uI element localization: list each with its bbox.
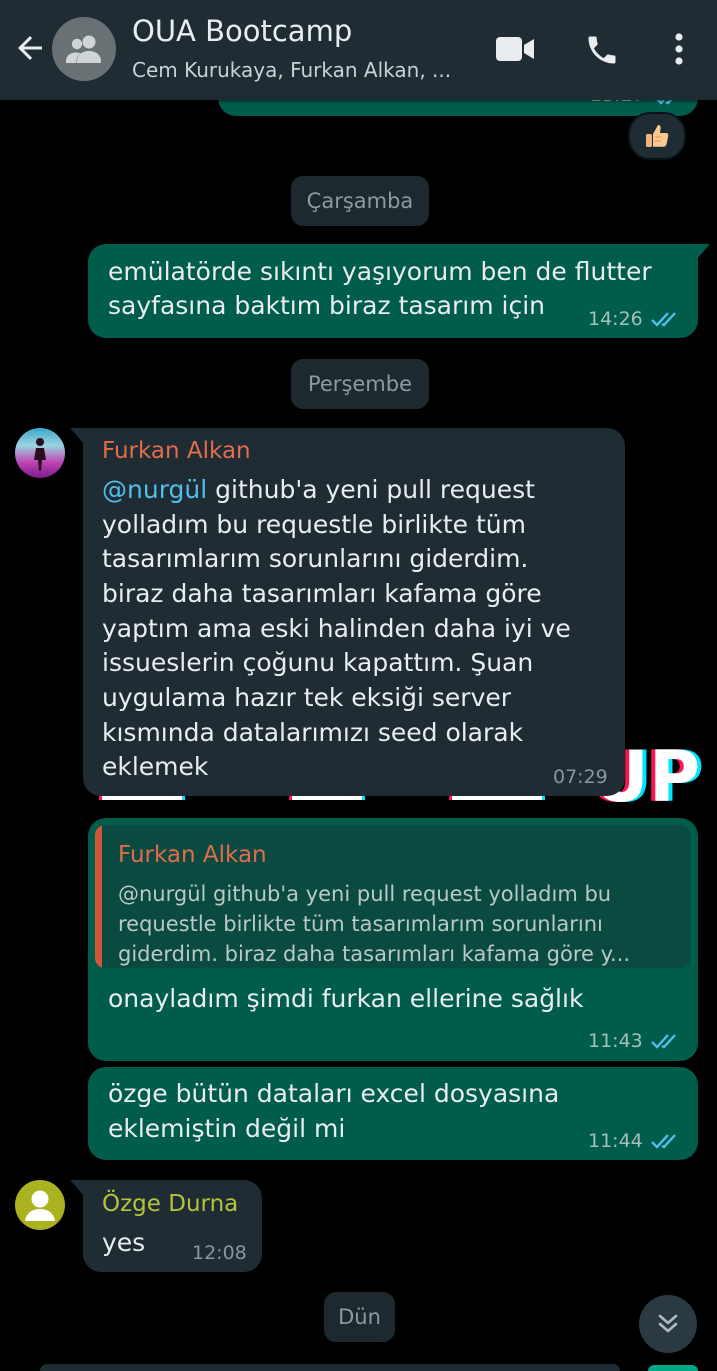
- group-avatar-icon: [66, 35, 101, 63]
- message-text-line: issueslerin çoğunu kapattım. Şuan: [102, 648, 534, 677]
- sender-name[interactable]: Furkan Alkan: [102, 438, 251, 464]
- back-arrow-icon[interactable]: [12, 30, 48, 66]
- message-text-line: uygulama hazır tek eksiği server: [102, 683, 512, 712]
- quoted-text-line: requestle birlikte tüm tasarımlarım soru…: [118, 912, 603, 936]
- message-text-line: tasarımlarım sorunlarını giderdim.: [102, 544, 529, 573]
- message-time: 14:26: [588, 308, 643, 330]
- phone-call-icon[interactable]: [584, 32, 620, 68]
- chat-participants[interactable]: Cem Kurukaya, Furkan Alkan, ...: [132, 58, 451, 82]
- quote-accent-bar: [95, 825, 102, 968]
- more-vertical-icon[interactable]: [664, 31, 694, 67]
- read-ticks-icon: [651, 312, 676, 327]
- sender-avatar-ozge[interactable]: [15, 1180, 65, 1230]
- scroll-to-bottom-button[interactable]: [639, 1295, 697, 1353]
- date-separator-thursday: Perşembe: [291, 359, 429, 409]
- message-text-line: yolladım bu requestle birlikte tüm: [102, 510, 526, 539]
- bubble-tail: [696, 244, 710, 260]
- read-ticks-icon: [651, 1134, 676, 1149]
- sender-name[interactable]: Özge Durna: [102, 1191, 238, 1217]
- message-time: 11:44: [588, 1130, 643, 1152]
- double-chevron-down-icon: [658, 1314, 678, 1333]
- thumbs-up-emoji-icon: [646, 125, 669, 147]
- date-separator-yesterday: Dün: [324, 1292, 395, 1342]
- message-text-line: @nurgül github'a yeni pull request: [102, 475, 535, 504]
- reaction-chip[interactable]: [628, 112, 686, 160]
- chat-title[interactable]: OUA Bootcamp: [132, 14, 352, 48]
- message-time: 12:08: [192, 1242, 247, 1264]
- message-text-line: eklemiştin değil mi: [108, 1114, 346, 1143]
- default-avatar-icon: [25, 1190, 55, 1221]
- mention-link[interactable]: @nurgül: [102, 475, 207, 504]
- message-bubble-outgoing-reply[interactable]: Furkan Alkan @nurgül github'a yeni pull …: [88, 818, 698, 1061]
- video-call-icon[interactable]: [494, 35, 536, 63]
- message-text: yes: [102, 1228, 146, 1257]
- quoted-text-line: @nurgül github'a yeni pull request yolla…: [118, 882, 612, 906]
- message-bubble-incoming[interactable]: Özge Durna yes 12:08: [83, 1180, 262, 1272]
- quoted-sender: Furkan Alkan: [118, 842, 267, 868]
- message-bubble-partial-bottom: [40, 1364, 620, 1371]
- message-bubble-outgoing[interactable]: emülatörde sıkıntı yaşıyorum ben de flut…: [88, 244, 698, 338]
- mic-button-partial[interactable]: [648, 1365, 698, 1371]
- message-bubble-outgoing[interactable]: özge bütün dataları excel dosyasına ekle…: [88, 1067, 698, 1160]
- date-separator-wednesday: Çarşamba: [291, 176, 429, 226]
- message-text-line: eklemek: [102, 752, 209, 781]
- message-text-line: kısmında datalarımızı seed olarak: [102, 718, 524, 747]
- message-text-line: emülatörde sıkıntı yaşıyorum ben de flut…: [108, 257, 652, 286]
- message-text-line: yaptım ama eski halinden daha iyi ve: [102, 614, 571, 643]
- chat-header: OUA Bootcamp Cem Kurukaya, Furkan Alkan,…: [0, 0, 717, 100]
- person-silhouette-icon: [34, 438, 46, 471]
- message-text-line: sayfasına baktım biraz tasarım için: [108, 291, 546, 320]
- quoted-text-line: giderdim. biraz daha tasarımları kafama …: [118, 942, 631, 966]
- message-time: 07:29: [553, 766, 608, 788]
- message-text: onayladım şimdi furkan ellerine sağlık: [108, 984, 584, 1013]
- bubble-tail: [70, 1180, 84, 1196]
- bubble-tail: [70, 428, 84, 444]
- message-text-line: biraz daha tasarımları kafama göre: [102, 579, 542, 608]
- sender-avatar-furkan[interactable]: [15, 428, 65, 478]
- group-avatar[interactable]: [52, 17, 116, 81]
- message-bubble-incoming[interactable]: Furkan Alkan @nurgül github'a yeni pull …: [83, 428, 625, 796]
- message-text-line: özge bütün dataları excel dosyasına: [108, 1079, 560, 1108]
- read-ticks-icon: [651, 1034, 676, 1049]
- message-time: 11:43: [588, 1030, 643, 1052]
- quoted-message[interactable]: Furkan Alkan @nurgül github'a yeni pull …: [95, 825, 690, 968]
